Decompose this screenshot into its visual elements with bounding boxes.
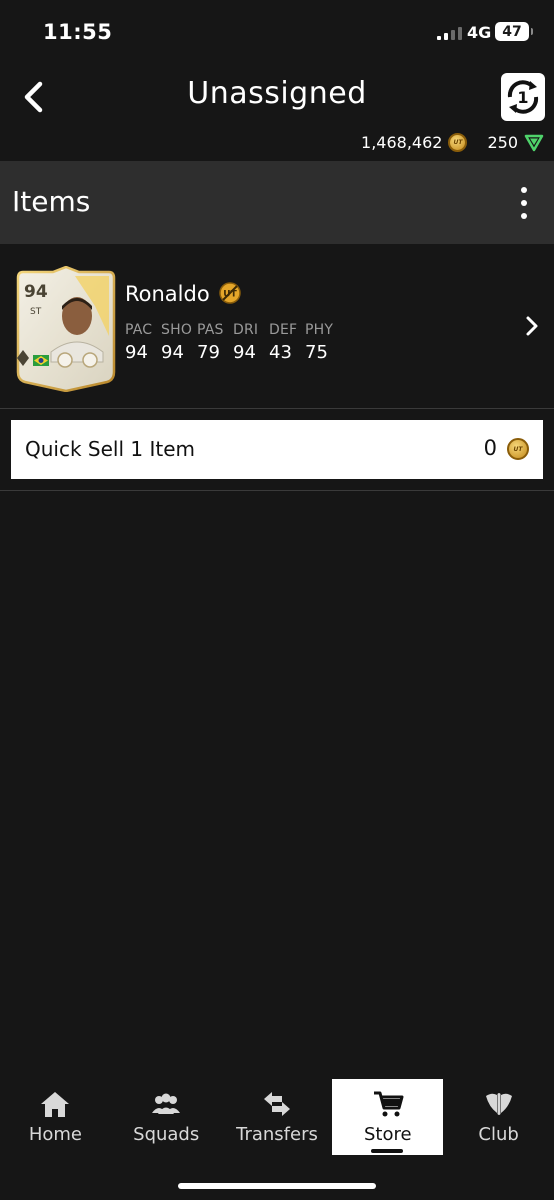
coin-glyph: UT	[513, 445, 523, 453]
transfers-icon	[263, 1092, 290, 1116]
signal-strength-icon	[437, 27, 462, 40]
nav-store-label: Store	[364, 1124, 412, 1145]
nav-transfers-label: Transfers	[236, 1124, 318, 1145]
stat-phy: PHY 75	[305, 322, 334, 363]
nav-store[interactable]: Store	[332, 1079, 444, 1155]
status-bar: 11:55 4G 47	[0, 0, 554, 62]
untradeable-icon: UT	[219, 282, 241, 304]
quick-sell-value: 0	[483, 436, 497, 460]
active-tab-indicator	[371, 1149, 404, 1153]
stat-pac: PAC 94	[125, 322, 153, 363]
nav-home[interactable]: Home	[0, 1079, 111, 1155]
nav-club-label: Club	[478, 1124, 519, 1145]
more-options-icon[interactable]	[518, 187, 530, 219]
coin-icon: UT	[448, 133, 468, 152]
stat-def: DEF 43	[269, 322, 298, 363]
network-type: 4G	[467, 23, 492, 42]
currency-row: 1,468,462 UT 250	[361, 133, 544, 152]
coins-balance: 1,468,462	[361, 133, 443, 152]
page-title: Unassigned	[187, 76, 367, 111]
nav-transfers[interactable]: Transfers	[222, 1079, 333, 1155]
club-icon	[485, 1093, 512, 1115]
ut-logo-icon[interactable]: 1	[500, 72, 546, 122]
player-card: 94 ST	[16, 266, 116, 392]
divider	[0, 490, 554, 491]
items-title: Items	[12, 185, 91, 218]
points-balance: 250	[487, 133, 518, 152]
player-stats: PAC 94 SHO 94 PAS 79 DRI 94 DEF 43 PHY 75	[125, 322, 341, 363]
nav-club[interactable]: Club	[443, 1079, 554, 1155]
stat-dri: DRI 94	[233, 322, 259, 363]
chevron-right-icon[interactable]	[524, 314, 540, 338]
squads-icon	[152, 1093, 181, 1114]
status-time: 11:55	[43, 20, 113, 44]
home-icon	[41, 1092, 70, 1117]
card-position: ST	[30, 307, 42, 317]
quick-sell-label: Quick Sell 1 Item	[25, 437, 195, 461]
bottom-nav: Home Squads Transfers Store Club	[0, 1079, 554, 1155]
svg-text:UT: UT	[223, 290, 237, 300]
stat-pas: PAS 79	[197, 322, 224, 363]
svg-text:1: 1	[517, 88, 528, 107]
player-name: Ronaldo	[125, 282, 210, 306]
coin-icon: UT	[507, 438, 529, 460]
store-cart-icon	[373, 1091, 404, 1117]
battery-level: 47	[502, 23, 522, 40]
items-section-header: Items	[0, 161, 554, 244]
quick-sell-button[interactable]: Quick Sell 1 Item 0 UT	[11, 420, 543, 479]
stat-sho: SHO 94	[161, 322, 193, 363]
nav-squads-label: Squads	[133, 1124, 200, 1145]
coin-glyph: UT	[453, 139, 463, 146]
player-list-item[interactable]: 94 ST Ronaldo UT PAC 94 SHO 94 PAS 79 DRI 94…	[0, 244, 554, 409]
card-rating: 94	[24, 282, 48, 302]
nav-squads[interactable]: Squads	[111, 1079, 222, 1155]
nav-home-label: Home	[28, 1124, 82, 1145]
points-gem-icon	[524, 134, 544, 151]
battery-icon: 47	[495, 22, 533, 41]
home-indicator[interactable]	[178, 1183, 376, 1189]
